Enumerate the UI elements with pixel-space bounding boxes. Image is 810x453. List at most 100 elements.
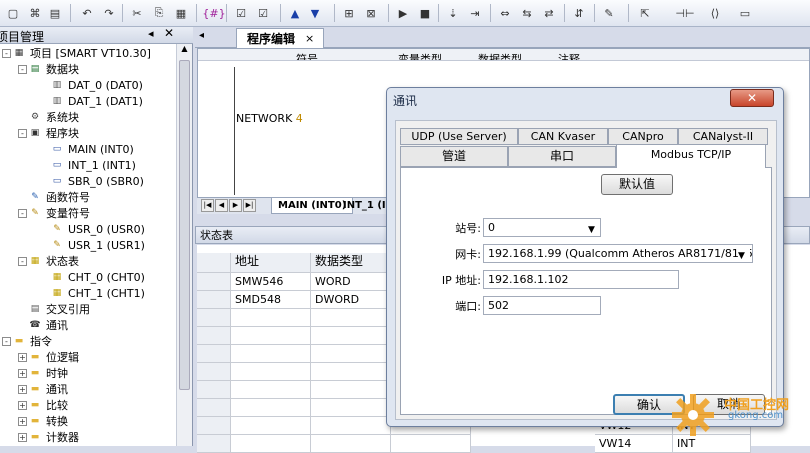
- tree-item[interactable]: ▦ CHT_1 (CHT1): [50, 285, 145, 301]
- tb-c-icon[interactable]: ⇄: [540, 4, 558, 22]
- tab-pipe[interactable]: 管道: [400, 146, 508, 167]
- status-cell[interactable]: [391, 435, 471, 453]
- tab-canalyst[interactable]: CANalyst-II: [678, 128, 768, 145]
- nav-first-icon[interactable]: |◀: [201, 199, 214, 212]
- row-selector[interactable]: [197, 309, 231, 327]
- collapse-icon[interactable]: -: [18, 209, 27, 218]
- tree-item[interactable]: ▬ 比较: [28, 397, 68, 413]
- tab-close-icon[interactable]: ×: [305, 32, 314, 45]
- row-selector[interactable]: [197, 291, 231, 309]
- collapse-icon[interactable]: -: [18, 65, 27, 74]
- tree-item[interactable]: ▬ 时钟: [28, 365, 68, 381]
- download-icon[interactable]: ▼: [306, 4, 324, 22]
- copy-icon[interactable]: ⎘: [150, 4, 168, 22]
- row-selector[interactable]: [197, 363, 231, 381]
- row-selector[interactable]: [197, 399, 231, 417]
- default-values-button[interactable]: 默认值: [601, 174, 673, 195]
- save-icon[interactable]: ▤: [46, 4, 64, 22]
- pin-icon[interactable]: ◂: [148, 27, 154, 40]
- run-icon[interactable]: ▶: [394, 4, 412, 22]
- scroll-thumb[interactable]: [179, 60, 190, 390]
- tree-item[interactable]: ✎ 变量符号: [28, 205, 90, 221]
- open-icon[interactable]: ⌘: [26, 4, 44, 22]
- tree-item[interactable]: ▦ 状态表: [28, 253, 79, 269]
- coil-icon[interactable]: ⟨⟩: [706, 4, 724, 22]
- stop-icon[interactable]: ■: [416, 4, 434, 22]
- compile-icon[interactable]: ☑: [232, 4, 250, 22]
- paste-icon[interactable]: ▦: [172, 4, 190, 22]
- row-selector[interactable]: [197, 381, 231, 399]
- contact-icon[interactable]: ⊣⊢: [675, 4, 694, 22]
- tree-item[interactable]: ▤ 交叉引用: [28, 301, 90, 317]
- undo-icon[interactable]: ↶: [78, 4, 96, 22]
- expand-icon[interactable]: +: [18, 401, 27, 410]
- row-selector[interactable]: [197, 417, 231, 435]
- row-selector[interactable]: [197, 435, 231, 453]
- tree-item[interactable]: ▬ 通讯: [28, 381, 68, 397]
- tree-item[interactable]: ▥ DAT_1 (DAT1): [50, 93, 143, 109]
- pou-tab-int1[interactable]: INT_1 (I: [339, 198, 390, 214]
- tab-udp[interactable]: UDP (Use Server): [400, 128, 518, 145]
- tab-canpro[interactable]: CANpro: [608, 128, 678, 145]
- redo-icon[interactable]: ↷: [100, 4, 118, 22]
- insert-row-icon[interactable]: ⇣: [444, 4, 462, 22]
- tab-can-kvaser[interactable]: CAN Kvaser: [518, 128, 608, 145]
- tab-serial[interactable]: 串口: [508, 146, 616, 167]
- status-cell[interactable]: [231, 345, 311, 363]
- nav-prev-icon[interactable]: ◀: [215, 199, 228, 212]
- collapse-icon[interactable]: -: [2, 49, 11, 58]
- tree-item[interactable]: ✎ 函数符号: [28, 189, 90, 205]
- tree-item[interactable]: ▤ 数据块: [28, 61, 79, 77]
- tb-e-icon[interactable]: ✎: [600, 4, 618, 22]
- station-select[interactable]: 0 ▼: [483, 218, 601, 237]
- box-icon[interactable]: ▭: [736, 4, 754, 22]
- status-cell[interactable]: [231, 309, 311, 327]
- status-cell[interactable]: [311, 363, 391, 381]
- status-cell[interactable]: [231, 417, 311, 435]
- tree-item[interactable]: ▬ 位逻辑: [28, 349, 79, 365]
- tab-program-editor[interactable]: 程序编辑 ×: [236, 28, 324, 48]
- tab-scroll-left-icon[interactable]: ◂: [199, 30, 204, 41]
- expand-icon[interactable]: +: [18, 433, 27, 442]
- status-cell[interactable]: [311, 417, 391, 435]
- collapse-icon[interactable]: -: [18, 257, 27, 266]
- tb-a-icon[interactable]: ⇔: [496, 4, 514, 22]
- delete-row-icon[interactable]: ⇥: [466, 4, 484, 22]
- tree-item[interactable]: ▬ 指令: [12, 333, 52, 349]
- status-cell[interactable]: [311, 345, 391, 363]
- expand-icon[interactable]: +: [18, 417, 27, 426]
- tree-item[interactable]: ⚙ 系统块: [28, 109, 79, 125]
- expand-icon[interactable]: +: [18, 385, 27, 394]
- tab-modbus-tcp[interactable]: Modbus TCP/IP: [616, 144, 766, 168]
- row-selector[interactable]: [197, 273, 231, 291]
- status-cell[interactable]: VW14: [595, 435, 673, 453]
- tb-b-icon[interactable]: ⇆: [518, 4, 536, 22]
- tree-item[interactable]: ▣ 程序块: [28, 125, 79, 141]
- row-selector[interactable]: [197, 345, 231, 363]
- symbol-icon[interactable]: {#}: [202, 4, 226, 22]
- nav-last-icon[interactable]: ▶|: [243, 199, 256, 212]
- tree-item[interactable]: ▥ DAT_0 (DAT0): [50, 77, 143, 93]
- tree-item[interactable]: ▦ CHT_0 (CHT0): [50, 269, 145, 285]
- nic-select[interactable]: 192.168.1.99 (Qualcomm Atheros AR8171/81…: [483, 244, 753, 263]
- status-cell[interactable]: SMD548: [231, 291, 311, 309]
- tree-item[interactable]: ▭ INT_1 (INT1): [50, 157, 136, 173]
- port-input[interactable]: [483, 296, 601, 315]
- status-cell[interactable]: [231, 363, 311, 381]
- status-cell[interactable]: [231, 327, 311, 345]
- comm-icon[interactable]: ⊠: [362, 4, 380, 22]
- tree-item[interactable]: ✎ USR_0 (USR0): [50, 221, 145, 237]
- collapse-icon[interactable]: -: [18, 129, 27, 138]
- tree-item[interactable]: ▬ 计数器: [28, 429, 79, 445]
- nav-next-icon[interactable]: ▶: [229, 199, 242, 212]
- expand-icon[interactable]: +: [18, 369, 27, 378]
- status-cell[interactable]: [231, 435, 311, 453]
- row-selector[interactable]: [197, 327, 231, 345]
- cursor-icon[interactable]: ⇱: [636, 4, 654, 22]
- status-cell[interactable]: [311, 399, 391, 417]
- status-cell[interactable]: [311, 381, 391, 399]
- close-panel-icon[interactable]: ✕: [164, 26, 174, 40]
- status-cell[interactable]: [231, 399, 311, 417]
- dialog-close-button[interactable]: ✕: [730, 89, 774, 107]
- tree-item[interactable]: ▭ SBR_0 (SBR0): [50, 173, 144, 189]
